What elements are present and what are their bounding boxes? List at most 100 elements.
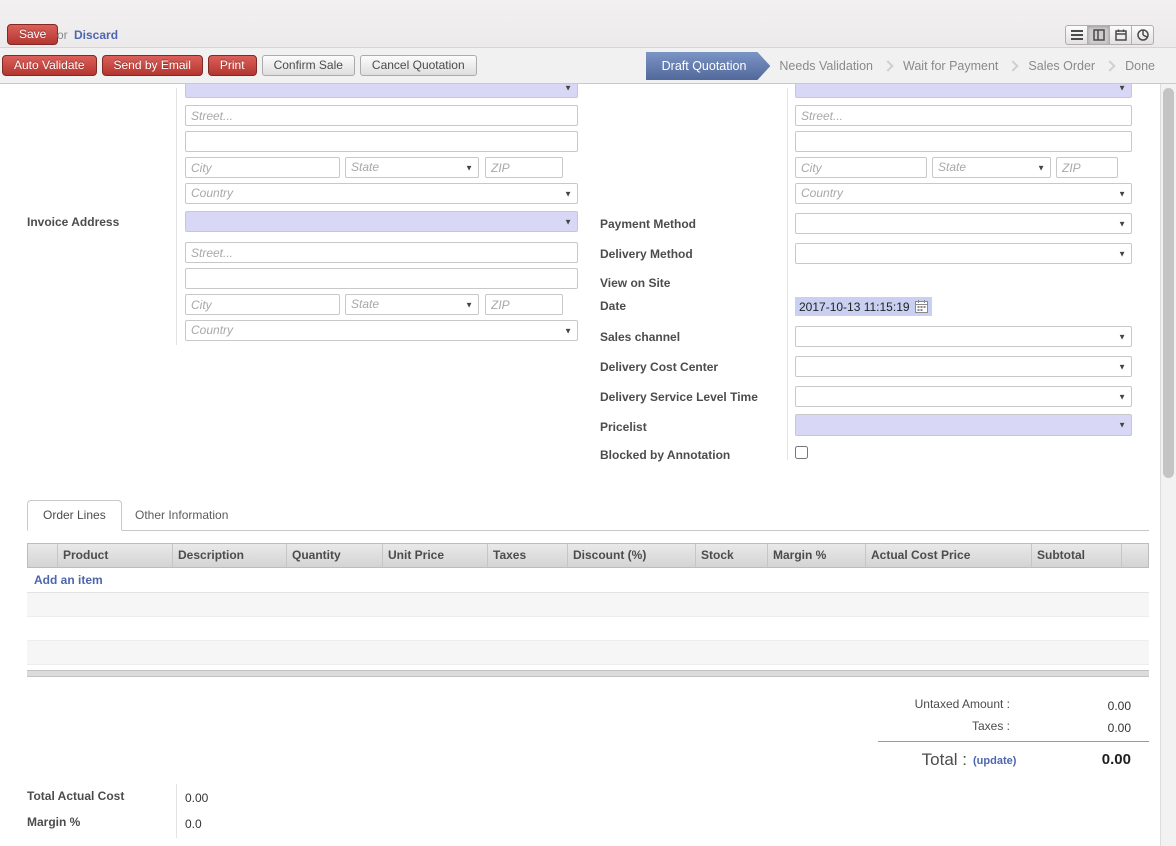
status-step-sales-order[interactable]: Sales Order bbox=[1019, 52, 1104, 80]
delivery-service-level-time-select[interactable]: ▼ bbox=[795, 386, 1132, 407]
chevron-down-icon: ▼ bbox=[564, 184, 572, 203]
update-total-link[interactable]: (update) bbox=[973, 755, 1016, 767]
date-value-widget[interactable]: 2017-10-13 11:15:19 bbox=[795, 297, 932, 316]
delivery-method-select[interactable]: ▼ bbox=[795, 243, 1132, 264]
status-step-wait-for-payment[interactable]: Wait for Payment bbox=[894, 52, 1007, 80]
col-trailing bbox=[1122, 544, 1148, 567]
blocked-by-annotation-checkbox[interactable] bbox=[795, 446, 808, 459]
right-group-separator bbox=[787, 88, 788, 460]
col-discount[interactable]: Discount (%) bbox=[568, 544, 696, 567]
discard-link[interactable]: Discard bbox=[74, 28, 118, 42]
add-an-item-link[interactable]: Add an item bbox=[34, 573, 103, 587]
date-value: 2017-10-13 11:15:19 bbox=[799, 300, 910, 314]
footer-group-separator bbox=[176, 784, 177, 838]
col-actual-cost-price[interactable]: Actual Cost Price bbox=[866, 544, 1032, 567]
status-bar: Draft Quotation Needs Validation Wait fo… bbox=[646, 52, 1164, 80]
invoice-street-input[interactable] bbox=[185, 242, 578, 263]
col-taxes[interactable]: Taxes bbox=[488, 544, 568, 567]
tab-other-information[interactable]: Other Information bbox=[135, 508, 228, 522]
sales-order-form-screen: ▼ State▼ Country▼ Invoice Address ▼ Stat… bbox=[0, 0, 1176, 846]
tab-label: Order Lines bbox=[43, 508, 106, 522]
delivery-service-level-time-label: Delivery Service Level Time bbox=[600, 390, 758, 404]
shipping-street-input[interactable] bbox=[795, 105, 1132, 126]
workflow-buttons: Auto Validate Send by Email Print Confir… bbox=[2, 55, 477, 76]
list-icon bbox=[1070, 29, 1084, 41]
total-label: Total : bbox=[820, 750, 967, 770]
margin-percent-label: Margin % bbox=[27, 815, 80, 829]
auto-validate-button[interactable]: Auto Validate bbox=[2, 55, 97, 76]
view-on-site-label: View on Site bbox=[600, 276, 670, 290]
payment-method-select[interactable]: ▼ bbox=[795, 213, 1132, 234]
untaxed-amount-label: Untaxed Amount : bbox=[700, 697, 1010, 711]
print-button[interactable]: Print bbox=[208, 55, 257, 76]
shipping-city-input[interactable] bbox=[795, 157, 927, 178]
calendar-icon[interactable] bbox=[915, 300, 928, 313]
invoice-state-select[interactable]: State▼ bbox=[345, 294, 479, 315]
customer-state-select[interactable]: State ▼ bbox=[345, 157, 479, 178]
invoice-city-input[interactable] bbox=[185, 294, 340, 315]
chevron-down-icon: ▼ bbox=[1118, 244, 1126, 263]
add-an-item-row[interactable]: Add an item bbox=[27, 568, 1149, 593]
country-placeholder: Country bbox=[191, 186, 233, 200]
col-product[interactable]: Product bbox=[58, 544, 173, 567]
payment-method-label: Payment Method bbox=[600, 217, 696, 231]
calendar-icon bbox=[1115, 29, 1127, 41]
status-step-needs-validation[interactable]: Needs Validation bbox=[770, 52, 882, 80]
notebook-tabbar: Order Lines Other Information bbox=[27, 500, 1149, 531]
shipping-zip-input[interactable] bbox=[1056, 157, 1118, 178]
date-label: Date bbox=[600, 299, 626, 313]
tab-order-lines[interactable]: Order Lines bbox=[27, 500, 122, 531]
chevron-right-icon bbox=[1104, 60, 1115, 71]
shipping-country-select[interactable]: Country▼ bbox=[795, 183, 1132, 204]
blocked-by-annotation-label: Blocked by Annotation bbox=[600, 448, 730, 462]
col-margin[interactable]: Margin % bbox=[768, 544, 866, 567]
calendar-view-button[interactable] bbox=[1109, 25, 1132, 45]
status-step-done[interactable]: Done bbox=[1116, 52, 1164, 80]
col-quantity[interactable]: Quantity bbox=[287, 544, 383, 567]
empty-table-row bbox=[27, 617, 1149, 641]
customer-street2-input[interactable] bbox=[185, 131, 578, 152]
table-resize-grip[interactable] bbox=[27, 670, 1149, 677]
col-subtotal[interactable]: Subtotal bbox=[1032, 544, 1122, 567]
graph-view-button[interactable] bbox=[1131, 25, 1154, 45]
invoice-address-select[interactable]: ▼ bbox=[185, 211, 578, 232]
chevron-right-icon bbox=[1008, 60, 1019, 71]
graph-icon bbox=[1137, 29, 1149, 41]
delivery-cost-center-select[interactable]: ▼ bbox=[795, 356, 1132, 377]
shipping-state-select[interactable]: State▼ bbox=[932, 157, 1051, 178]
or-text: or bbox=[57, 28, 68, 42]
invoice-zip-input[interactable] bbox=[485, 294, 563, 315]
state-placeholder: State bbox=[351, 160, 379, 174]
cancel-quotation-button[interactable]: Cancel Quotation bbox=[360, 55, 477, 76]
save-button[interactable]: Save bbox=[7, 24, 58, 45]
top-action-bar: Save or Discard bbox=[0, 0, 1176, 48]
margin-percent-value: 0.0 bbox=[185, 817, 202, 831]
order-lines-header-row: Product Description Quantity Unit Price … bbox=[27, 543, 1149, 568]
customer-city-input[interactable] bbox=[185, 157, 340, 178]
delivery-cost-center-label: Delivery Cost Center bbox=[600, 360, 718, 374]
pricelist-label: Pricelist bbox=[600, 420, 647, 434]
chevron-down-icon: ▼ bbox=[564, 321, 572, 340]
chevron-down-icon: ▼ bbox=[465, 295, 473, 314]
pricelist-select[interactable]: ▼ bbox=[795, 414, 1132, 436]
send-by-email-button[interactable]: Send by Email bbox=[102, 55, 203, 76]
chevron-right-icon bbox=[882, 60, 893, 71]
vertical-scrollbar[interactable] bbox=[1160, 84, 1176, 846]
confirm-sale-button[interactable]: Confirm Sale bbox=[262, 55, 355, 76]
invoice-country-select[interactable]: Country▼ bbox=[185, 320, 578, 341]
col-description[interactable]: Description bbox=[173, 544, 287, 567]
col-stock[interactable]: Stock bbox=[696, 544, 768, 567]
invoice-street2-input[interactable] bbox=[185, 268, 578, 289]
status-step-draft-quotation[interactable]: Draft Quotation bbox=[646, 52, 771, 80]
customer-zip-input[interactable] bbox=[485, 157, 563, 178]
sales-channel-select[interactable]: ▼ bbox=[795, 326, 1132, 347]
form-view-button[interactable] bbox=[1087, 25, 1110, 45]
col-unit-price[interactable]: Unit Price bbox=[383, 544, 488, 567]
sales-channel-label: Sales channel bbox=[600, 330, 680, 344]
customer-country-select[interactable]: Country ▼ bbox=[185, 183, 578, 204]
shipping-street2-input[interactable] bbox=[795, 131, 1132, 152]
scrollbar-thumb[interactable] bbox=[1163, 88, 1174, 478]
chevron-down-icon: ▼ bbox=[465, 158, 473, 177]
list-view-button[interactable] bbox=[1065, 25, 1088, 45]
customer-street-input[interactable] bbox=[185, 105, 578, 126]
